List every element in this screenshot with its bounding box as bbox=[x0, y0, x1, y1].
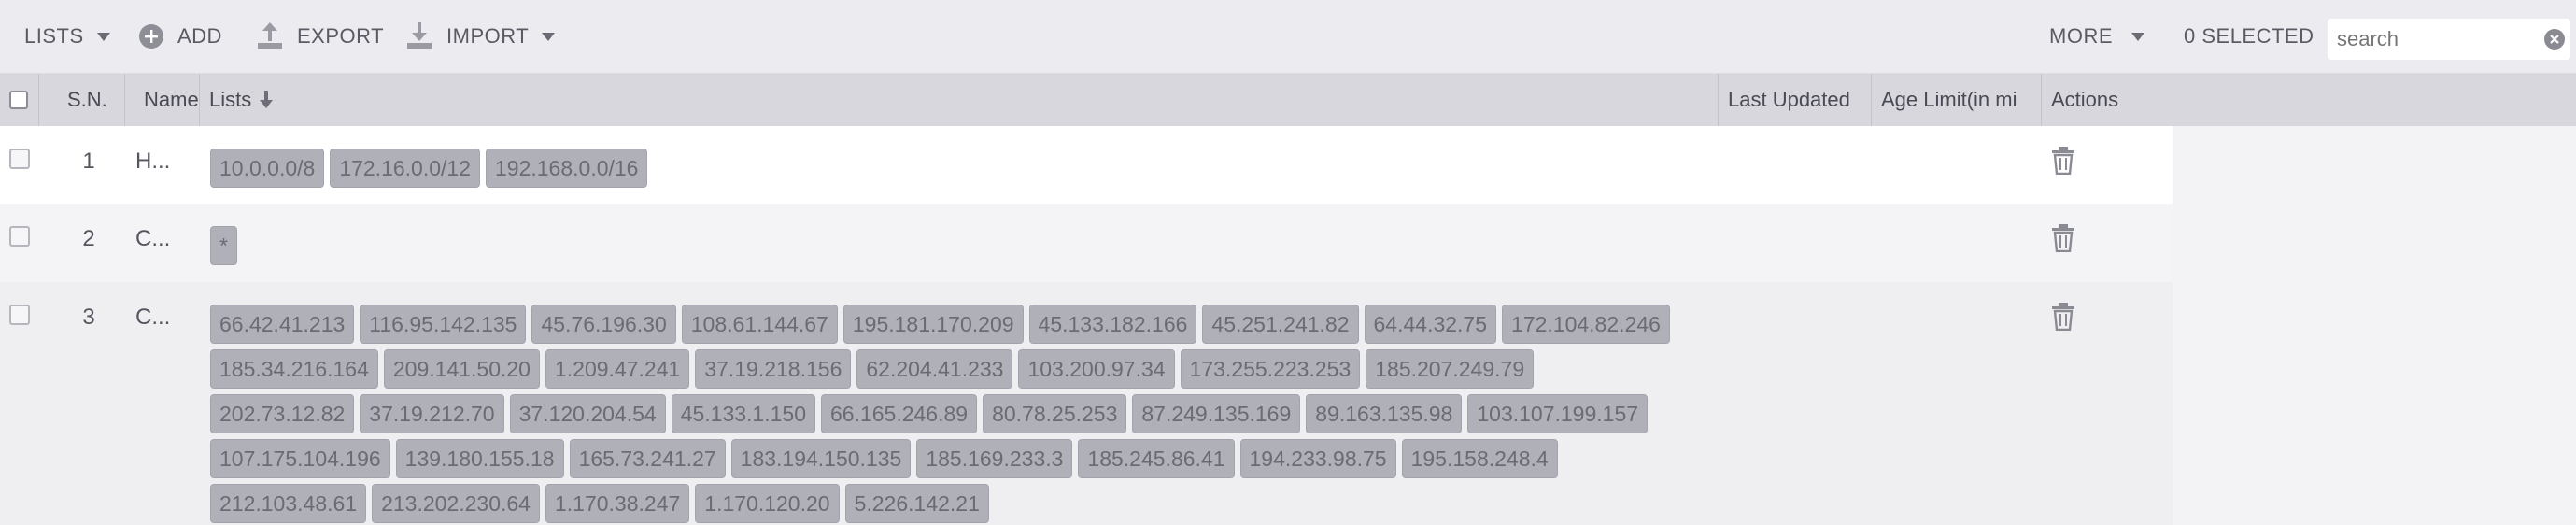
toolbar: LISTS ADD EXPORT IMPORT MORE 0 SELECTED bbox=[0, 0, 2576, 74]
header-lists-label: Lists bbox=[209, 88, 252, 111]
row-sn: 2 bbox=[82, 226, 95, 251]
list-tag: 185.169.233.3 bbox=[916, 439, 1073, 478]
list-tag: 209.141.50.20 bbox=[383, 349, 540, 389]
list-tag: 195.181.170.209 bbox=[842, 305, 1024, 344]
list-tag: 165.73.241.27 bbox=[569, 439, 726, 478]
search-input[interactable] bbox=[2328, 26, 2526, 52]
add-label: ADD bbox=[177, 24, 222, 48]
row-name: C... bbox=[135, 305, 171, 330]
list-tag: 80.78.25.253 bbox=[983, 394, 1127, 433]
row-sn: 3 bbox=[82, 305, 95, 330]
list-tag: 173.255.223.253 bbox=[1180, 349, 1361, 389]
import-label: IMPORT bbox=[446, 24, 530, 48]
row-sn: 1 bbox=[82, 149, 95, 174]
export-icon bbox=[258, 22, 282, 49]
list-tag: 1.170.120.20 bbox=[695, 484, 840, 523]
more-label: MORE bbox=[2049, 24, 2113, 48]
column-header-name[interactable]: Name bbox=[125, 74, 200, 126]
row-name: H... bbox=[135, 149, 171, 174]
list-tag: 202.73.12.82 bbox=[210, 394, 355, 433]
chevron-down-icon bbox=[2131, 32, 2144, 41]
list-tag: 10.0.0.0/8 bbox=[210, 149, 325, 188]
row-tags: * bbox=[210, 226, 1677, 265]
delete-icon[interactable] bbox=[2051, 224, 2075, 257]
list-tag: 139.180.155.18 bbox=[395, 439, 564, 478]
list-tag: 103.200.97.34 bbox=[1018, 349, 1175, 389]
delete-icon[interactable] bbox=[2051, 147, 2075, 179]
list-tag: 37.120.204.54 bbox=[509, 394, 666, 433]
column-header-last-updated[interactable]: Last Updated bbox=[1719, 74, 1872, 126]
list-tag: 45.133.182.166 bbox=[1028, 305, 1197, 344]
export-button[interactable]: EXPORT bbox=[256, 0, 384, 73]
selected-count-label: 0 SELECTED bbox=[2184, 24, 2314, 48]
row-checkbox[interactable] bbox=[9, 305, 30, 325]
select-all-cell bbox=[0, 74, 39, 126]
add-button[interactable]: ADD bbox=[138, 0, 222, 73]
column-header-lists[interactable]: Lists bbox=[200, 74, 1719, 126]
list-tag: 37.19.218.156 bbox=[695, 349, 852, 389]
chevron-down-icon bbox=[96, 32, 110, 41]
list-tag: 185.245.86.41 bbox=[1078, 439, 1235, 478]
clear-search-icon[interactable] bbox=[2544, 29, 2565, 50]
import-icon bbox=[407, 22, 432, 49]
column-header-actions: Actions bbox=[2042, 74, 2576, 126]
row-tags: 66.42.41.213 116.95.142.135 45.76.196.30 10… bbox=[210, 305, 1677, 523]
header-sn-label: S.N. bbox=[67, 88, 107, 111]
sort-down-arrow-icon bbox=[260, 91, 274, 108]
list-tag: 195.158.248.4 bbox=[1401, 439, 1558, 478]
chevron-down-icon bbox=[542, 32, 556, 41]
row-checkbox[interactable] bbox=[9, 226, 30, 247]
list-tag: * bbox=[210, 226, 237, 265]
list-tag: 62.204.41.233 bbox=[856, 349, 1013, 389]
list-tag: 116.95.142.135 bbox=[360, 305, 527, 344]
delete-icon[interactable] bbox=[2051, 303, 2075, 335]
list-tag: 213.202.230.64 bbox=[372, 484, 540, 523]
list-tag: 212.103.48.61 bbox=[210, 484, 367, 523]
list-tag: 192.168.0.0/16 bbox=[486, 149, 648, 188]
table-header: S.N. Name Lists Last Updated Age Limit(i… bbox=[0, 74, 2576, 126]
list-tag: 185.207.249.79 bbox=[1366, 349, 1535, 389]
list-tag: 172.104.82.246 bbox=[1502, 305, 1670, 344]
list-tag: 45.133.1.150 bbox=[671, 394, 815, 433]
list-tag: 45.76.196.30 bbox=[531, 305, 676, 344]
header-last-updated-label: Last Updated bbox=[1728, 88, 1850, 111]
table-row[interactable]: 2 C... * bbox=[0, 204, 2173, 282]
list-tag: 108.61.144.67 bbox=[681, 305, 838, 344]
list-tag: 66.42.41.213 bbox=[210, 305, 355, 344]
table-row[interactable]: 1 H... 10.0.0.0/8 172.16.0.0/12 192.168.… bbox=[0, 126, 2173, 204]
header-name-label: Name bbox=[144, 88, 199, 111]
list-tag: 183.194.150.135 bbox=[730, 439, 912, 478]
list-tag: 172.16.0.0/12 bbox=[330, 149, 480, 188]
export-label: EXPORT bbox=[297, 24, 385, 48]
lists-menu[interactable]: LISTS bbox=[24, 0, 110, 73]
list-tag: 1.170.38.247 bbox=[545, 484, 690, 523]
list-tag: 37.19.212.70 bbox=[360, 394, 504, 433]
row-checkbox[interactable] bbox=[9, 149, 30, 169]
list-tag: 107.175.104.196 bbox=[210, 439, 390, 478]
add-circle-icon bbox=[139, 24, 163, 49]
list-tag: 5.226.142.21 bbox=[844, 484, 989, 523]
list-tag: 103.107.199.157 bbox=[1467, 394, 1649, 433]
import-menu[interactable]: IMPORT bbox=[405, 0, 556, 73]
list-tag: 185.34.216.164 bbox=[210, 349, 378, 389]
list-tag: 87.249.135.169 bbox=[1132, 394, 1301, 433]
header-actions-label: Actions bbox=[2051, 88, 2119, 111]
search-box bbox=[2328, 19, 2570, 60]
column-header-age-limit[interactable]: Age Limit(in mi bbox=[1872, 74, 2042, 126]
list-tag: 64.44.32.75 bbox=[1364, 305, 1497, 344]
list-tag: 45.251.241.82 bbox=[1202, 305, 1359, 344]
row-tags: 10.0.0.0/8 172.16.0.0/12 192.168.0.0/16 bbox=[210, 149, 1677, 188]
more-menu[interactable]: MORE bbox=[2049, 0, 2144, 73]
header-age-limit-label: Age Limit(in mi bbox=[1881, 88, 2017, 111]
select-all-checkbox[interactable] bbox=[9, 91, 28, 109]
list-tag: 194.233.98.75 bbox=[1239, 439, 1396, 478]
row-name: C... bbox=[135, 226, 171, 251]
lists-menu-label: LISTS bbox=[24, 24, 84, 48]
table-row[interactable]: 3 C... 66.42.41.213 116.95.142.135 45.76.1… bbox=[0, 282, 2173, 525]
list-tag: 89.163.135.98 bbox=[1306, 394, 1463, 433]
column-header-sn[interactable]: S.N. bbox=[39, 74, 125, 126]
selected-count: 0 SELECTED bbox=[2184, 0, 2314, 73]
list-tag: 66.165.246.89 bbox=[820, 394, 978, 433]
list-tag: 1.209.47.241 bbox=[545, 349, 690, 389]
